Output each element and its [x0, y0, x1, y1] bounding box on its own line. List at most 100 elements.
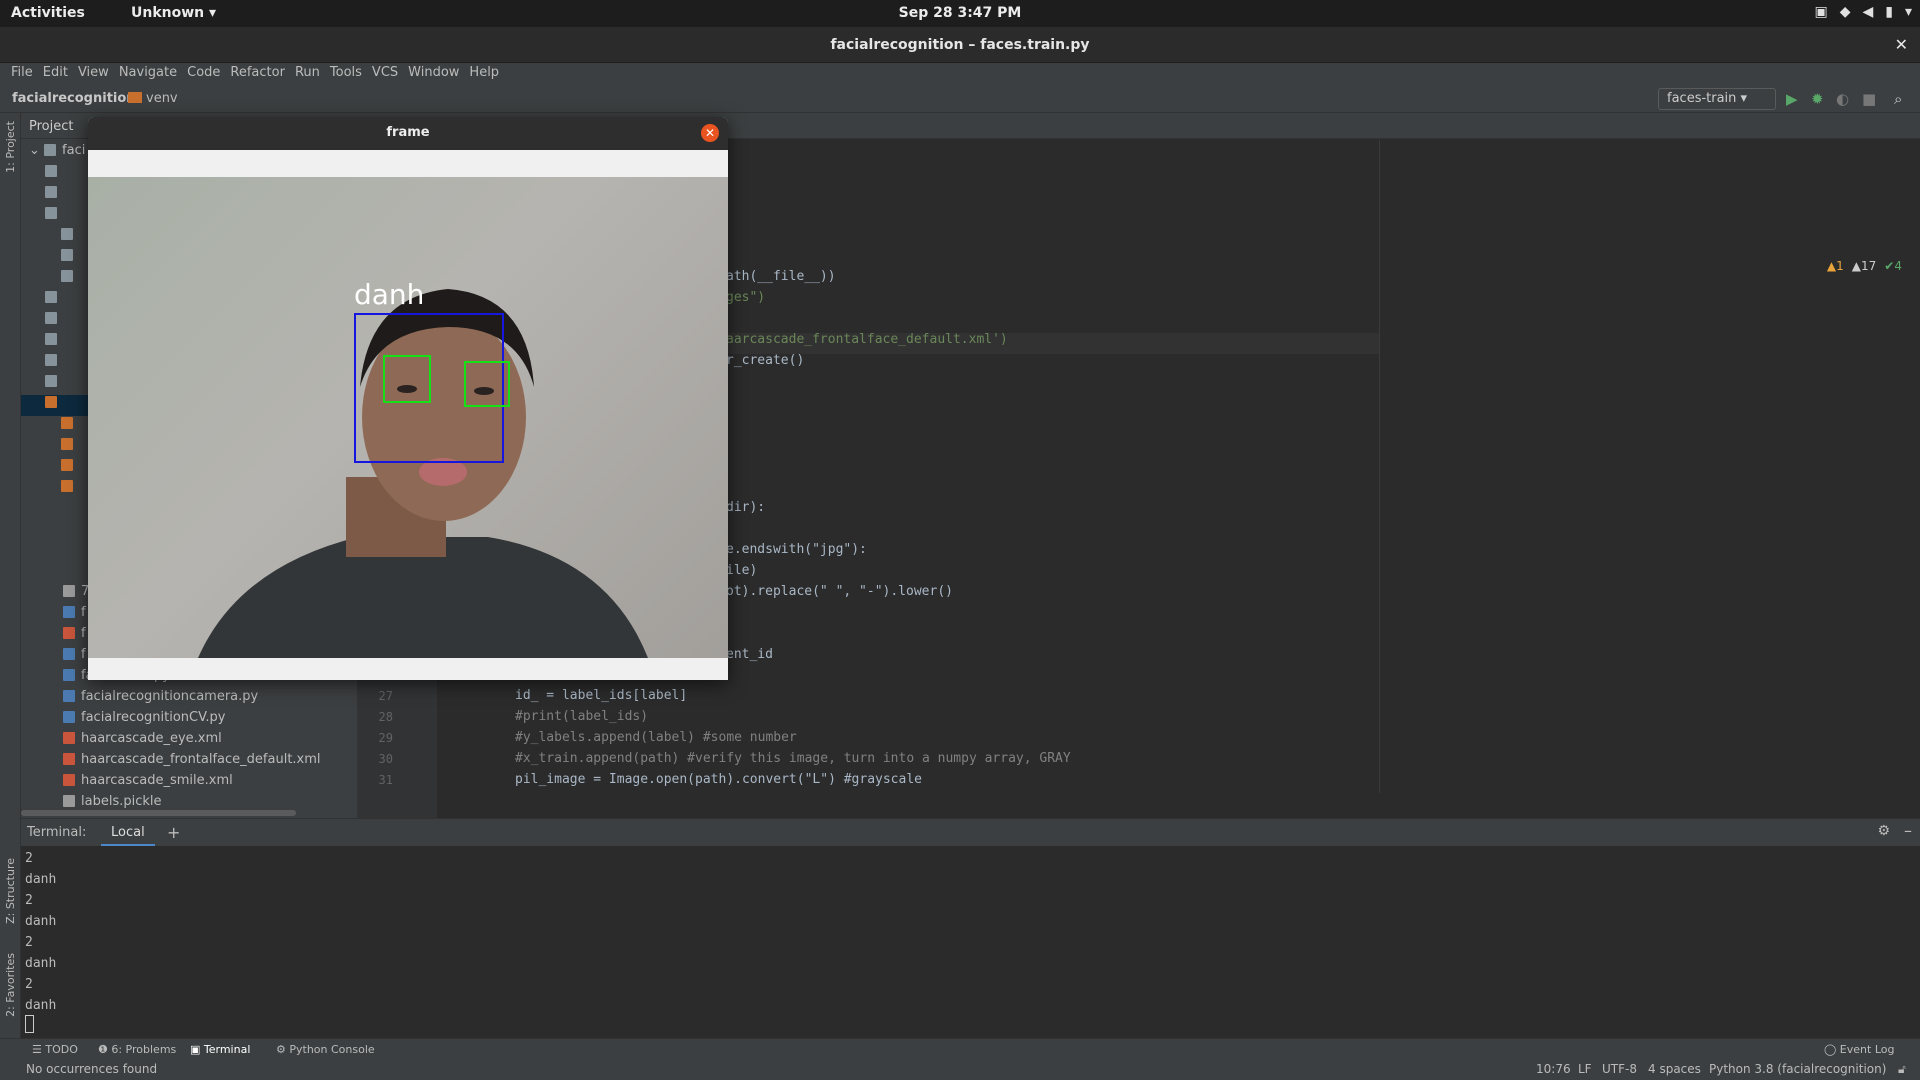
python-file-icon: [63, 711, 75, 723]
volume-icon[interactable]: ◀: [1862, 4, 1873, 20]
run-icon[interactable]: ▶: [1786, 90, 1798, 108]
terminal-tool-button[interactable]: ▣ Terminal: [190, 1043, 250, 1056]
code-fragment[interactable]: ges"): [726, 290, 765, 305]
code-fragment[interactable]: ent_id: [726, 647, 773, 662]
folder-icon: [45, 207, 57, 219]
chevron-down-icon[interactable]: ▾: [1905, 4, 1912, 20]
screen-icon[interactable]: ▣: [1814, 4, 1827, 20]
run-configuration-dropdown[interactable]: faces-train ▾: [1658, 88, 1776, 110]
menu-refactor[interactable]: Refactor: [225, 63, 290, 85]
code-fragment[interactable]: r_create(): [726, 353, 804, 368]
clock[interactable]: Sep 28 3:47 PM: [0, 5, 1920, 21]
code-fragment[interactable]: aarcascade_frontalface_default.xml'): [726, 332, 1008, 347]
line-number: 30: [378, 752, 393, 766]
python-interpreter[interactable]: Python 3.8 (facialrecognition): [1709, 1062, 1886, 1076]
frame-titlebar[interactable]: frame ✕: [88, 117, 728, 150]
vertical-scrollbar[interactable]: [1907, 143, 1915, 803]
code-fragment[interactable]: dir):: [726, 500, 765, 515]
app-menu[interactable]: Unknown ▾: [131, 5, 216, 21]
code-fragment[interactable]: ile): [726, 563, 757, 578]
line-separator[interactable]: LF: [1578, 1062, 1592, 1076]
todo-tool-button[interactable]: ☰ TODO: [32, 1043, 78, 1056]
coverage-icon[interactable]: ◐: [1836, 90, 1849, 108]
ok-count[interactable]: ✔4: [1884, 259, 1902, 273]
folder-icon: [45, 165, 57, 177]
breadcrumb-project[interactable]: facialrecognition: [12, 91, 136, 106]
minimize-icon[interactable]: –: [1904, 821, 1912, 840]
python-file-icon: [63, 648, 75, 660]
indent-setting[interactable]: 4 spaces: [1648, 1062, 1701, 1076]
battery-icon[interactable]: ▮: [1885, 4, 1893, 20]
status-message: No occurrences found: [26, 1062, 158, 1076]
menu-run[interactable]: Run: [290, 63, 325, 85]
code-line[interactable]: #x_train.append(path) #verify this image…: [515, 751, 1071, 766]
window-titlebar: facialrecognition – faces.train.py ✕: [0, 27, 1920, 63]
weak-warning-count[interactable]: ▲17: [1852, 259, 1877, 273]
project-tool-tab[interactable]: 1: Project: [4, 121, 17, 173]
terminal-tab-local[interactable]: Local: [101, 819, 155, 846]
tree-file[interactable]: facialrecognitionCV.py: [21, 710, 357, 731]
debug-icon[interactable]: ✹: [1811, 90, 1824, 108]
folder-icon: [128, 92, 142, 103]
menu-file[interactable]: File: [6, 63, 38, 85]
horizontal-scrollbar[interactable]: [21, 810, 296, 816]
code-fragment[interactable]: e.endswith("jpg"):: [726, 542, 867, 557]
code-line[interactable]: pil_image = Image.open(path).convert("L"…: [515, 772, 922, 787]
code-fragment[interactable]: ath(__file__)): [726, 269, 836, 284]
code-line[interactable]: #y_labels.append(label) #some number: [515, 730, 797, 745]
gear-icon[interactable]: ⚙: [1877, 823, 1890, 839]
python-console-tool-button[interactable]: ⚙ Python Console: [276, 1043, 375, 1056]
project-panel-title[interactable]: Project: [29, 119, 73, 134]
code-fragment[interactable]: ot).replace(" ", "-").lower(): [726, 584, 953, 599]
tree-file[interactable]: haarcascade_frontalface_default.xml: [21, 752, 357, 773]
frame-close-button[interactable]: ✕: [701, 124, 719, 142]
folder-icon: [44, 144, 57, 156]
tree-file[interactable]: haarcascade_eye.xml: [21, 731, 357, 752]
xml-file-icon: [63, 732, 75, 744]
breadcrumb-venv-label: venv: [146, 91, 178, 106]
folder-icon: [45, 354, 57, 366]
menu-view[interactable]: View: [73, 63, 114, 85]
camera-feed: danh: [88, 177, 728, 658]
wifi-icon[interactable]: ◆: [1840, 4, 1851, 20]
search-icon[interactable]: ⌕: [1894, 90, 1902, 108]
breadcrumb-venv[interactable]: venv: [128, 91, 178, 106]
menu-vcs[interactable]: VCS: [367, 63, 403, 85]
left-eye-detection-box: [383, 355, 431, 403]
window-close-button[interactable]: ✕: [1895, 35, 1908, 54]
terminal-output-line: 2: [25, 977, 33, 992]
structure-tool-tab[interactable]: Z: Structure: [4, 858, 17, 924]
problems-tool-button[interactable]: ❶ 6: Problems: [98, 1043, 176, 1056]
inspection-widget[interactable]: ▲1 ▲17 ✔4: [1827, 259, 1902, 273]
event-log-button[interactable]: ◯ Event Log: [1824, 1043, 1894, 1056]
frame-title: frame: [386, 125, 430, 140]
caret-position[interactable]: 10:76: [1536, 1062, 1571, 1076]
terminal-output-line: 2: [25, 893, 33, 908]
menu-edit[interactable]: Edit: [38, 63, 73, 85]
folder-icon: [61, 228, 73, 240]
new-terminal-button[interactable]: +: [167, 823, 180, 842]
stop-icon[interactable]: ■: [1862, 90, 1876, 108]
menu-navigate[interactable]: Navigate: [114, 63, 182, 85]
terminal-panel[interactable]: Terminal: Local + ⚙ – 2 danh 2 danh 2 da…: [21, 818, 1920, 1038]
code-line[interactable]: id_ = label_ids[label]: [515, 688, 687, 703]
lock-icon[interactable]: 🔓︎: [1898, 1062, 1906, 1077]
tree-file[interactable]: haarcascade_smile.xml: [21, 773, 357, 794]
warning-count[interactable]: ▲1: [1827, 259, 1844, 273]
terminal-output-line: danh: [25, 998, 57, 1013]
system-tray[interactable]: ▣ ◆ ◀ ▮ ▾: [1814, 4, 1912, 20]
file-encoding[interactable]: UTF-8: [1602, 1062, 1637, 1076]
tree-file-label: labels.pickle: [81, 794, 162, 809]
tree-file[interactable]: facialrecognitioncamera.py: [21, 689, 357, 710]
activities-button[interactable]: Activities: [11, 5, 85, 21]
menu-window[interactable]: Window: [403, 63, 464, 85]
opencv-frame-window[interactable]: frame ✕ danh: [88, 117, 728, 680]
menu-tools[interactable]: Tools: [325, 63, 367, 85]
favorites-tool-tab[interactable]: 2: Favorites: [4, 953, 17, 1017]
menu-help[interactable]: Help: [464, 63, 504, 85]
code-line[interactable]: #print(label_ids): [515, 709, 648, 724]
menu-code[interactable]: Code: [182, 63, 225, 85]
tree-file-label: haarcascade_frontalface_default.xml: [81, 752, 321, 767]
right-eye-detection-box: [464, 361, 510, 407]
chevron-down-icon[interactable]: ⌄: [29, 143, 44, 158]
